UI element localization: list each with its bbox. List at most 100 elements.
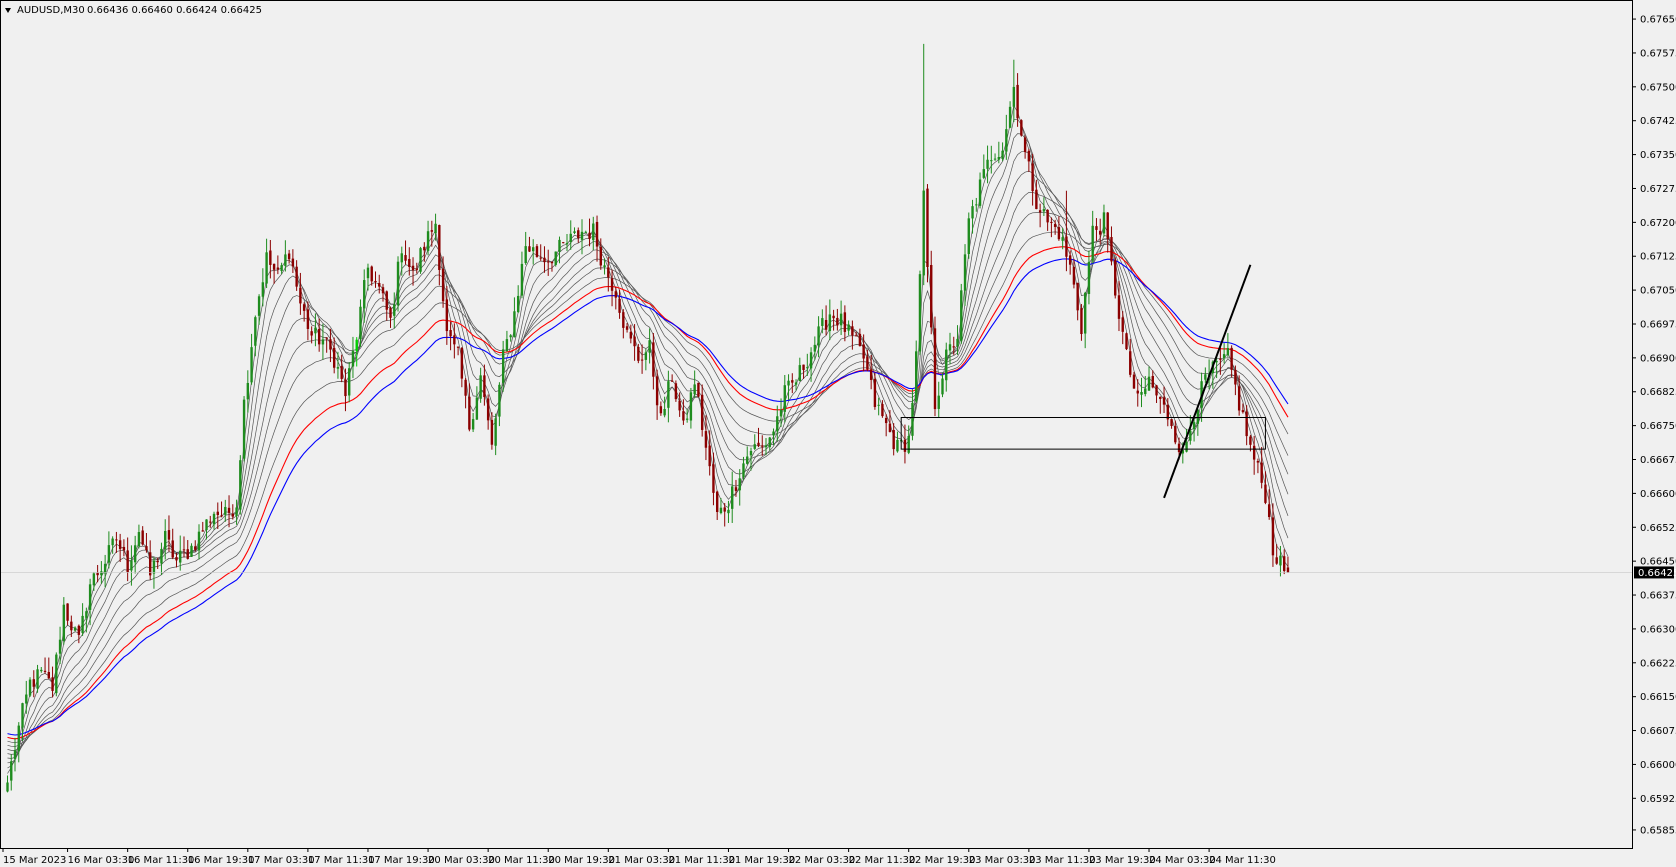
candle-body xyxy=(261,282,265,297)
price-tick-label: 0.67125 xyxy=(1640,252,1676,263)
candle-body xyxy=(768,437,771,448)
candle-body xyxy=(385,291,388,310)
candle-body xyxy=(539,257,542,259)
candle-body xyxy=(1117,295,1121,319)
candle-body xyxy=(1031,163,1034,192)
candle-body xyxy=(1023,137,1027,153)
candle-body xyxy=(727,509,730,514)
candle-body xyxy=(599,247,602,266)
current-price-label: 0.66425 xyxy=(1638,568,1676,579)
candle-body xyxy=(107,545,111,563)
candle-body xyxy=(723,507,726,512)
candle-body xyxy=(205,519,208,531)
candle-body xyxy=(498,384,501,417)
candle-body xyxy=(25,694,28,704)
time-tick-label: 17 Mar 03:30 xyxy=(248,855,315,866)
candle-body xyxy=(1114,259,1117,296)
candle-body xyxy=(366,267,370,279)
candle-body xyxy=(81,615,84,633)
candle-body xyxy=(501,349,505,383)
candle-body xyxy=(757,442,760,446)
candle-body xyxy=(956,338,959,347)
time-tick-label: 21 Mar 11:30 xyxy=(668,855,735,866)
candle-body xyxy=(269,250,272,265)
candle-body xyxy=(933,328,937,410)
candle-body xyxy=(66,603,69,621)
candle-body xyxy=(88,584,92,610)
candle-body xyxy=(573,231,576,233)
candle-body xyxy=(828,314,832,332)
candle-body xyxy=(960,290,963,341)
candle-body xyxy=(911,402,914,436)
candle-body xyxy=(321,339,325,345)
candle-body xyxy=(400,253,403,263)
candle-body xyxy=(1072,266,1076,285)
price-tick-label: 0.65855 xyxy=(1640,825,1676,836)
candle-body xyxy=(231,513,234,517)
candle-body xyxy=(1020,120,1023,136)
time-tick-label: 15 Mar 2023 xyxy=(3,855,66,866)
candle-body xyxy=(1008,106,1012,128)
candle-body xyxy=(1177,443,1181,453)
candle-body xyxy=(58,639,62,654)
candle-body xyxy=(930,265,933,328)
candle-body xyxy=(839,313,843,326)
candle-body xyxy=(1241,410,1245,413)
candle-body xyxy=(693,384,696,395)
candle-body xyxy=(993,158,997,160)
candle-body xyxy=(133,545,137,563)
candle-body xyxy=(528,246,531,252)
candle-body xyxy=(532,247,535,252)
candle-body xyxy=(197,531,201,551)
candle-body xyxy=(1027,150,1031,162)
price-tick-label: 0.66900 xyxy=(1640,353,1676,364)
candle-body xyxy=(1170,419,1173,426)
candle-body xyxy=(719,507,723,514)
candle-body xyxy=(378,283,381,287)
candle-body xyxy=(32,679,35,687)
candle-body xyxy=(1016,84,1019,119)
candle-body xyxy=(577,230,580,239)
candle-body xyxy=(764,445,768,448)
candle-body xyxy=(738,478,741,491)
candle-body xyxy=(715,491,719,513)
candle-body xyxy=(524,246,527,264)
candle-body xyxy=(877,404,880,406)
candle-body xyxy=(565,243,569,245)
candle-body xyxy=(588,232,591,239)
candle-body xyxy=(47,672,51,679)
candle-body xyxy=(85,611,88,618)
chart-window[interactable]: 0.67650 0.67575 0.67500 0.67425 0.67350 0.672… xyxy=(0,0,1676,867)
candle-body xyxy=(896,439,899,452)
candle-body xyxy=(471,419,475,430)
time-tick-label: 21 Mar 19:30 xyxy=(728,855,795,866)
price-tick-label: 0.67425 xyxy=(1640,116,1676,127)
candle-body xyxy=(1267,504,1271,518)
candle-body xyxy=(1252,445,1256,460)
price-chart[interactable]: 0.67650 0.67575 0.67500 0.67425 0.67350 0.672… xyxy=(0,0,1676,867)
candle-body xyxy=(791,380,794,383)
candle-body xyxy=(1050,221,1053,223)
candle-body xyxy=(869,369,873,380)
candle-body xyxy=(858,333,862,347)
candle-body xyxy=(986,159,989,169)
price-tick-label: 0.66975 xyxy=(1640,319,1676,330)
price-tick-label: 0.66600 xyxy=(1640,489,1676,500)
candle-body xyxy=(456,346,460,348)
candle-body xyxy=(682,411,685,421)
candle-body xyxy=(355,339,358,351)
candle-body xyxy=(235,507,238,517)
candle-body xyxy=(903,439,907,452)
candle-body xyxy=(464,379,467,396)
candle-body xyxy=(941,378,944,395)
price-tick-label: 0.67650 xyxy=(1640,15,1676,26)
candle-body xyxy=(1260,462,1263,483)
candle-body xyxy=(164,530,167,550)
time-tick-label: 23 Mar 19:30 xyxy=(1089,855,1156,866)
candle-body xyxy=(291,258,295,267)
time-tick-label: 21 Mar 03:30 xyxy=(608,855,675,866)
candle-body xyxy=(697,382,700,397)
candle-body xyxy=(1234,370,1237,385)
candle-body xyxy=(543,257,546,263)
candle-body xyxy=(509,335,512,338)
